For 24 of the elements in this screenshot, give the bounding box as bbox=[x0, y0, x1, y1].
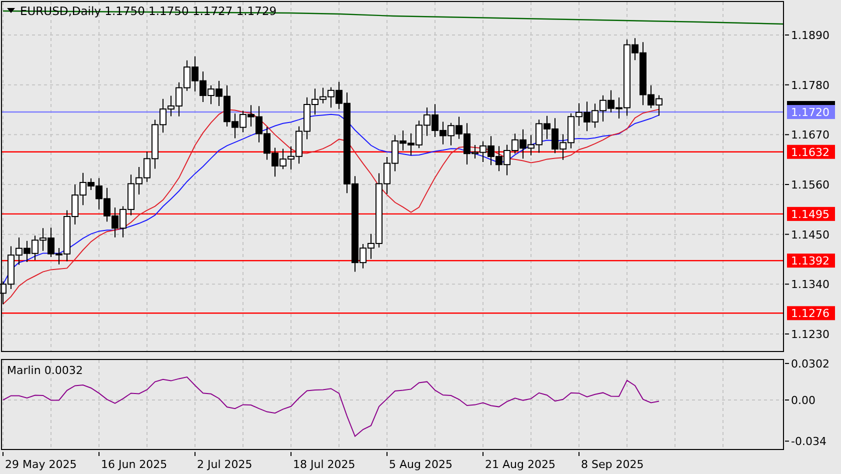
date-label: 29 May 2025 bbox=[5, 458, 77, 471]
indicator-axis-label: 0.00 bbox=[791, 394, 816, 407]
date-label: 21 Aug 2025 bbox=[485, 458, 556, 471]
price-label: 1.1450 bbox=[791, 228, 830, 242]
triangle-icon[interactable] bbox=[7, 8, 15, 13]
date-label: 5 Aug 2025 bbox=[389, 458, 452, 471]
date-label: 18 Jul 2025 bbox=[293, 458, 356, 471]
price-label: 1.1670 bbox=[791, 128, 830, 142]
date-label: 16 Jun 2025 bbox=[101, 458, 168, 471]
price-tag: 1.1276 bbox=[787, 306, 835, 320]
date-label: 8 Sep 2025 bbox=[581, 458, 644, 471]
price-tag: 1.1392 bbox=[787, 254, 835, 268]
price-tag: 1.1495 bbox=[787, 206, 835, 221]
price-label: 1.1890 bbox=[791, 29, 830, 42]
price-label: 1.1340 bbox=[791, 278, 830, 292]
price-label: 1.1560 bbox=[791, 178, 830, 192]
indicator-axis-label: -0.034 bbox=[791, 435, 826, 448]
date-label: 2 Jul 2025 bbox=[197, 458, 252, 471]
indicator-title: Marlin 0.0032 bbox=[7, 364, 83, 377]
indicator-axis-label: 0.0302 bbox=[791, 357, 830, 370]
price-tag: 1.1720 bbox=[787, 105, 835, 119]
price-label: 1.1230 bbox=[791, 328, 830, 341]
price-label: 1.1780 bbox=[791, 78, 830, 92]
price-tag: 1.1632 bbox=[787, 144, 835, 159]
